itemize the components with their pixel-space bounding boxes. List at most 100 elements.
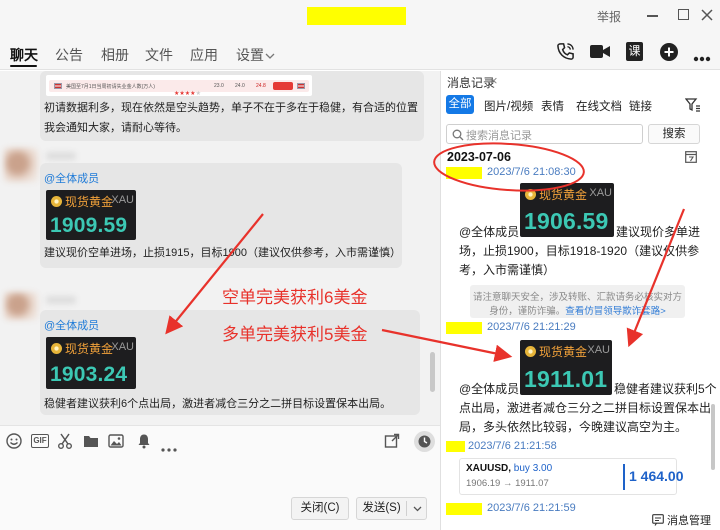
trade-title: XAUUSD, buy 3.00 <box>466 463 552 474</box>
gold-price-ticker[interactable]: 现货黄金 XAU 1903.24 <box>46 337 136 389</box>
gif-icon[interactable]: GIF <box>31 434 49 448</box>
ticker-code: XAU <box>111 194 134 206</box>
tab-files[interactable]: 文件 <box>145 45 173 65</box>
previous-value: 23.0 <box>214 83 224 89</box>
close-icon[interactable] <box>701 8 713 21</box>
gold-coin-icon <box>51 196 62 207</box>
message-manage-button[interactable]: 消息管理 <box>646 510 720 530</box>
qq-group-chat-window: 举报 聊天 公告 相册 文件 应用 设置 课 美国至7月1日当周初请失业金人数(… <box>0 0 720 530</box>
report-button[interactable]: 举报 <box>597 8 621 25</box>
us-flag-icon <box>297 83 305 89</box>
folder-icon[interactable] <box>83 433 99 449</box>
filter-icon[interactable] <box>684 98 701 112</box>
course-icon[interactable]: 课 <box>626 42 643 61</box>
gold-coin-icon <box>525 346 536 357</box>
message-text: 建议现价空单进场，止损1915，目标1900（建议仅供参考，入市需谨慎） <box>44 247 401 259</box>
minimize-icon[interactable] <box>647 9 659 21</box>
filter-all[interactable]: 全部 <box>446 95 474 114</box>
trade-profit: 1 464.00 <box>629 468 684 484</box>
annotation-long-profit: 多单完美获利5美金 <box>222 325 368 344</box>
ticker-name: 现货黄金 <box>539 345 588 359</box>
gold-price-ticker[interactable]: 现货黄金 XAU 1909.59 <box>46 190 136 240</box>
trade-profit-divider <box>623 464 625 490</box>
message-text: 稳健者建议获利6个点出局，激进者减仓三分之二拼目标设置保本出局。 <box>44 398 392 410</box>
search-button[interactable]: 搜索 <box>648 124 700 144</box>
trade-card[interactable]: XAUUSD, buy 3.00 1906.19 → 1911.07 1 464… <box>459 458 684 495</box>
phone-icon[interactable] <box>556 42 575 61</box>
tab-notice[interactable]: 公告 <box>55 45 83 65</box>
avatar[interactable] <box>4 292 38 320</box>
ticker-price: 1906.59 <box>524 208 609 234</box>
tab-album[interactable]: 相册 <box>101 45 129 65</box>
popout-icon[interactable] <box>384 433 400 449</box>
scissors-icon[interactable] <box>57 433 73 449</box>
safety-notice-line2: 身份，谨防诈骗。查看仿冒领导欺诈套路> <box>470 303 685 317</box>
ticker-code: XAU <box>589 187 612 199</box>
ticker-name: 现货黄金 <box>65 342 114 356</box>
add-icon[interactable] <box>660 43 678 61</box>
emoji-icon[interactable] <box>6 433 22 449</box>
history-panel-title: 消息记录 <box>447 76 496 90</box>
record-timestamp: 2023/7/6 21:21:58 <box>468 440 557 452</box>
gold-price-ticker[interactable]: 现货黄金 XAU 1911.01 <box>520 340 612 395</box>
economic-calendar-image[interactable]: 美国至7月1日当周初请失业金人数(万人) ★★★★★ 23.0 24.0 24.… <box>46 75 312 97</box>
send-options-chevron-icon[interactable] <box>409 498 426 519</box>
ticker-name: 现货黄金 <box>539 188 588 202</box>
trade-symbol: XAUUSD, <box>466 463 512 474</box>
gold-price-ticker[interactable]: 现货黄金 XAU 1906.59 <box>520 183 614 237</box>
ticker-price: 1911.01 <box>524 366 608 392</box>
message-text: 初请数据利多，现在依然是空头趋势，单子不在于多在于稳健，有合适的位置 <box>44 102 418 114</box>
history-scrollbar[interactable] <box>711 404 715 470</box>
message-manage-icon <box>652 513 664 526</box>
filter-online-docs[interactable]: 在线文档 <box>576 98 622 114</box>
mention-all[interactable]: @全体成员 <box>459 225 519 240</box>
safety-notice-text: 身份，谨防诈骗。 <box>489 306 566 317</box>
record-text: 局，多头依然比较弱，今晚建议高空为主。 <box>459 420 688 434</box>
actual-value: 24.8 <box>256 83 266 89</box>
bell-icon[interactable] <box>136 433 152 449</box>
sender-name-blurred <box>46 152 76 160</box>
filter-media[interactable]: 图片/视频 <box>484 98 533 114</box>
maximize-icon[interactable] <box>678 9 689 20</box>
mention-all[interactable]: @全体成员 <box>44 172 99 186</box>
history-close-icon[interactable]: × <box>490 73 498 88</box>
tab-apps[interactable]: 应用 <box>190 45 218 65</box>
mention-all[interactable]: @全体成员 <box>459 382 519 397</box>
safety-notice-text: 请注意聊天安全，涉及转账、汇款请务必核实对方 <box>472 292 682 303</box>
us-flag-icon <box>54 83 62 89</box>
record-text: 建议现价多单进 <box>616 225 701 239</box>
more-tools-icon[interactable] <box>161 439 177 452</box>
redacted-sender-name <box>446 503 482 515</box>
video-call-icon[interactable] <box>590 44 610 59</box>
record-text: 稳健者建议获利5个 <box>614 382 717 396</box>
importance-stars: ★★★★★ <box>174 82 201 100</box>
fraud-guide-link[interactable]: 查看仿冒领导欺诈套路> <box>565 306 666 317</box>
record-timestamp: 2023/7/6 21:08:30 <box>487 166 576 178</box>
history-icon[interactable] <box>414 431 435 452</box>
avatar[interactable] <box>4 148 38 182</box>
filter-stickers[interactable]: 表情 <box>541 98 564 114</box>
search-placeholder: 搜索消息记录 <box>466 130 532 142</box>
chat-scrollbar[interactable] <box>430 352 435 392</box>
trade-side: buy 3.00 <box>513 463 553 474</box>
tab-settings[interactable]: 设置 <box>236 45 264 65</box>
calendar-icon[interactable] <box>685 150 697 163</box>
star-icon: ★ <box>195 91 201 97</box>
ticker-price: 1903.24 <box>50 363 128 386</box>
message-text: 我会通知大家，请耐心等待。 <box>44 122 187 134</box>
gold-coin-icon <box>525 189 536 200</box>
history-search-input[interactable]: 搜索消息记录 <box>446 124 643 144</box>
active-tab-indicator <box>10 65 37 67</box>
ticker-name: 现货黄金 <box>65 195 114 209</box>
send-button[interactable]: 发送(S) <box>357 498 406 519</box>
filter-links[interactable]: 链接 <box>629 98 652 114</box>
more-icon[interactable] <box>693 49 711 62</box>
tab-chat[interactable]: 聊天 <box>10 45 38 65</box>
chevron-down-icon[interactable] <box>265 48 275 59</box>
mention-all[interactable]: @全体成员 <box>44 319 99 333</box>
annotation-short-profit: 空单完美获利6美金 <box>222 288 368 307</box>
search-icon <box>452 128 464 141</box>
image-icon[interactable] <box>108 433 124 449</box>
calendar-row: 美国至7月1日当周初请失业金人数(万人) ★★★★★ 23.0 24.0 24.… <box>49 80 309 97</box>
close-button[interactable]: 关闭(C) <box>291 497 349 520</box>
